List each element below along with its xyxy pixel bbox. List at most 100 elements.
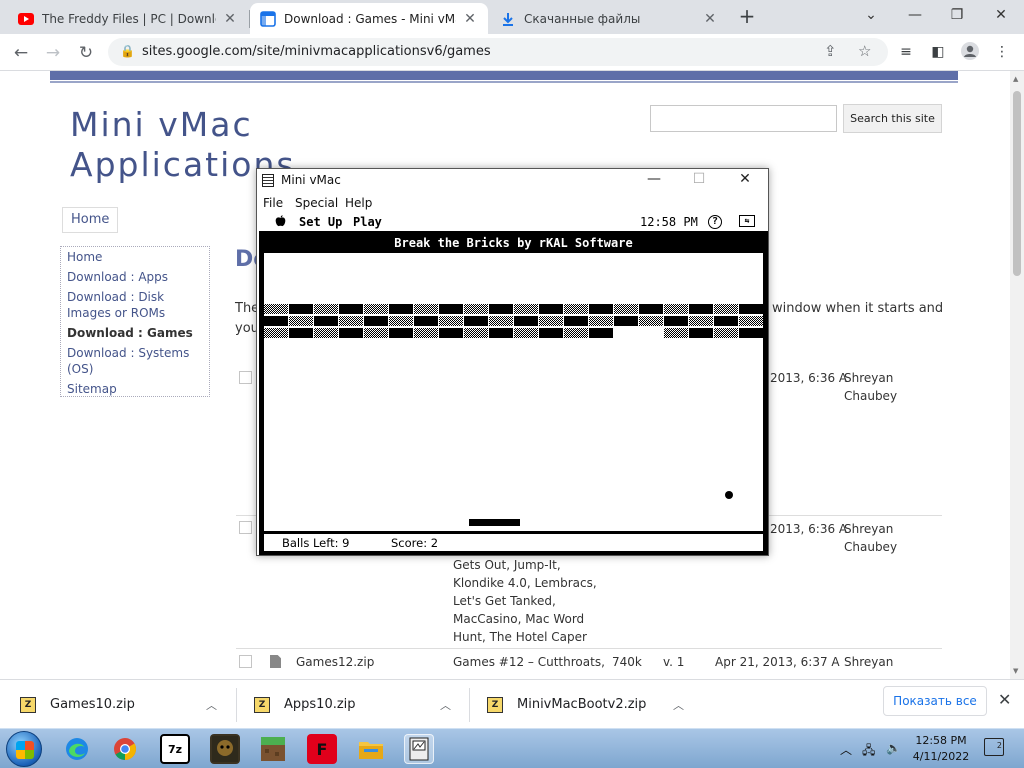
minivmac-titlebar[interactable]: Mini vMac — ☐ ✕	[257, 169, 768, 192]
forward-button[interactable]: →	[40, 40, 66, 66]
brick	[364, 304, 388, 314]
flash-icon[interactable]: F	[307, 734, 337, 764]
minimize-button[interactable]: —	[639, 171, 669, 187]
emulator-screen[interactable]: Set Up Play 12:58 PM ? ⇆ Break the Brick…	[259, 214, 768, 555]
row-author[interactable]: Shreyan	[844, 369, 893, 387]
scroll-down-icon[interactable]: ▼	[1013, 667, 1018, 675]
paddle[interactable]	[469, 519, 520, 526]
media-control-icon[interactable]: ≡	[896, 42, 916, 62]
zip-file-icon: Z	[254, 696, 270, 713]
brick	[389, 316, 413, 326]
row-description: Games #12 – Cutthroats,	[453, 655, 605, 669]
row-author[interactable]: Chaubey	[844, 387, 897, 405]
menu-help[interactable]: Help	[345, 196, 372, 210]
download-item-apps10[interactable]: Z Apps10.zip ︿	[254, 680, 464, 729]
taskbar-clock[interactable]: 12:58 PM 4/11/2022	[906, 733, 976, 765]
side-panel-icon[interactable]: ◧	[928, 42, 948, 62]
sidebar-item-games[interactable]: Download : Games	[67, 325, 203, 341]
sidebar-item-disk-images[interactable]: Download : Disk Images or ROMs	[67, 289, 203, 321]
mac-menu-play[interactable]: Play	[353, 215, 382, 229]
brick	[664, 304, 688, 314]
tab-close-icon[interactable]: ✕	[222, 11, 238, 27]
chevron-up-icon[interactable]: ︿	[673, 697, 684, 713]
edge-icon[interactable]	[62, 734, 92, 764]
notification-center-icon[interactable]: 2	[984, 738, 1004, 756]
minecraft-icon[interactable]	[258, 734, 288, 764]
share-icon[interactable]: ⇪	[824, 42, 837, 60]
file-explorer-icon[interactable]	[356, 734, 386, 764]
tab-close-icon[interactable]: ✕	[462, 11, 478, 27]
start-button[interactable]	[6, 731, 42, 767]
sidebar-item-systems[interactable]: Download : Systems (OS)	[67, 345, 203, 377]
fnaf-game-icon[interactable]	[210, 734, 240, 764]
site-search-input[interactable]	[650, 105, 837, 132]
address-bar[interactable]: 🔒 sites.google.com/site/minivmacapplicat…	[108, 38, 888, 66]
row-description: Klondike 4.0, Lembracs,	[453, 576, 597, 590]
reload-button[interactable]: ↻	[73, 40, 99, 66]
chevron-down-icon[interactable]: ⌄	[848, 2, 894, 28]
chevron-up-icon[interactable]: ︿	[206, 697, 217, 713]
apple-menu-icon[interactable]	[275, 215, 286, 230]
row-author[interactable]: Shreyan	[844, 653, 893, 671]
chrome-icon[interactable]	[110, 734, 140, 764]
menu-kebab-icon[interactable]: ⋮	[992, 42, 1012, 62]
tab-downloads[interactable]: Скачанные файлы ✕	[490, 3, 728, 34]
back-button[interactable]: ←	[8, 40, 34, 66]
brick	[514, 304, 538, 314]
row-checkbox[interactable]	[239, 371, 252, 384]
scrollbar-thumb[interactable]	[1013, 91, 1021, 276]
row-checkbox[interactable]	[239, 521, 252, 534]
close-shelf-icon[interactable]: ✕	[998, 690, 1011, 709]
tab-close-icon[interactable]: ✕	[702, 11, 718, 27]
brick	[689, 316, 713, 326]
tab-download-games[interactable]: Download : Games - Mini vMac A ✕	[250, 3, 488, 34]
sidebar-item-sitemap[interactable]: Sitemap	[67, 381, 203, 397]
page-scrollbar[interactable]: ▲ ▼	[1010, 71, 1024, 679]
download-item-minivmacboot[interactable]: Z MinivMacBootv2.zip ︿	[487, 680, 697, 729]
url-text: sites.google.com/site/minivmacapplicatio…	[142, 44, 491, 59]
brick	[714, 304, 738, 314]
maximize-button[interactable]: ☐	[684, 171, 714, 187]
scroll-up-icon[interactable]: ▲	[1013, 75, 1018, 83]
search-site-button[interactable]: Search this site	[843, 104, 942, 133]
menu-file[interactable]: File	[263, 196, 283, 210]
minimize-button[interactable]: —	[892, 2, 938, 28]
chevron-up-icon[interactable]: ︿	[440, 697, 451, 713]
download-item-games10[interactable]: Z Games10.zip ︿	[20, 680, 230, 729]
row-filename[interactable]: Games12.zip	[296, 653, 374, 671]
zip-file-icon: Z	[20, 696, 36, 713]
bookmark-star-icon[interactable]: ☆	[858, 42, 871, 60]
intro-text-right: window when it starts and	[772, 301, 944, 316]
restore-button[interactable]: ❐	[934, 2, 980, 28]
close-button[interactable]: ✕	[730, 171, 760, 187]
balloon-help-icon[interactable]: ?	[708, 215, 722, 229]
home-button[interactable]: Home	[62, 207, 119, 233]
network-icon[interactable]: 🖧	[862, 741, 875, 762]
profile-avatar-icon[interactable]	[960, 42, 980, 62]
menu-special[interactable]: Special	[295, 196, 338, 210]
show-all-downloads-button[interactable]: Показать все	[883, 686, 987, 716]
brick	[389, 328, 413, 338]
7zip-icon[interactable]: 7z	[160, 734, 190, 764]
game-field[interactable]	[264, 253, 763, 531]
volume-icon[interactable]: 🔈	[886, 741, 901, 755]
sidebar-item-apps[interactable]: Download : Apps	[67, 269, 203, 285]
tab-freddy-files[interactable]: The Freddy Files | PC | Download ✕	[8, 3, 248, 34]
sidebar-item-home[interactable]: Home	[67, 249, 203, 265]
close-window-button[interactable]: ✕	[978, 2, 1024, 28]
minivmac-icon[interactable]	[404, 734, 434, 764]
minivmac-window: Mini vMac — ☐ ✕ File Special Help Set Up…	[256, 168, 769, 556]
mac-menu-setup[interactable]: Set Up	[299, 215, 342, 229]
row-checkbox[interactable]	[239, 655, 252, 668]
show-hidden-icons-chevron-icon[interactable]: ︿	[840, 741, 852, 758]
row-author[interactable]: Chaubey	[844, 538, 897, 556]
brick	[564, 328, 588, 338]
brick	[289, 304, 313, 314]
brick	[364, 328, 388, 338]
brick	[439, 304, 463, 314]
brick	[689, 328, 713, 338]
new-tab-button[interactable]: +	[736, 6, 758, 28]
application-menu-icon[interactable]: ⇆	[739, 215, 755, 227]
brick	[489, 316, 513, 326]
row-author[interactable]: Shreyan	[844, 520, 893, 538]
